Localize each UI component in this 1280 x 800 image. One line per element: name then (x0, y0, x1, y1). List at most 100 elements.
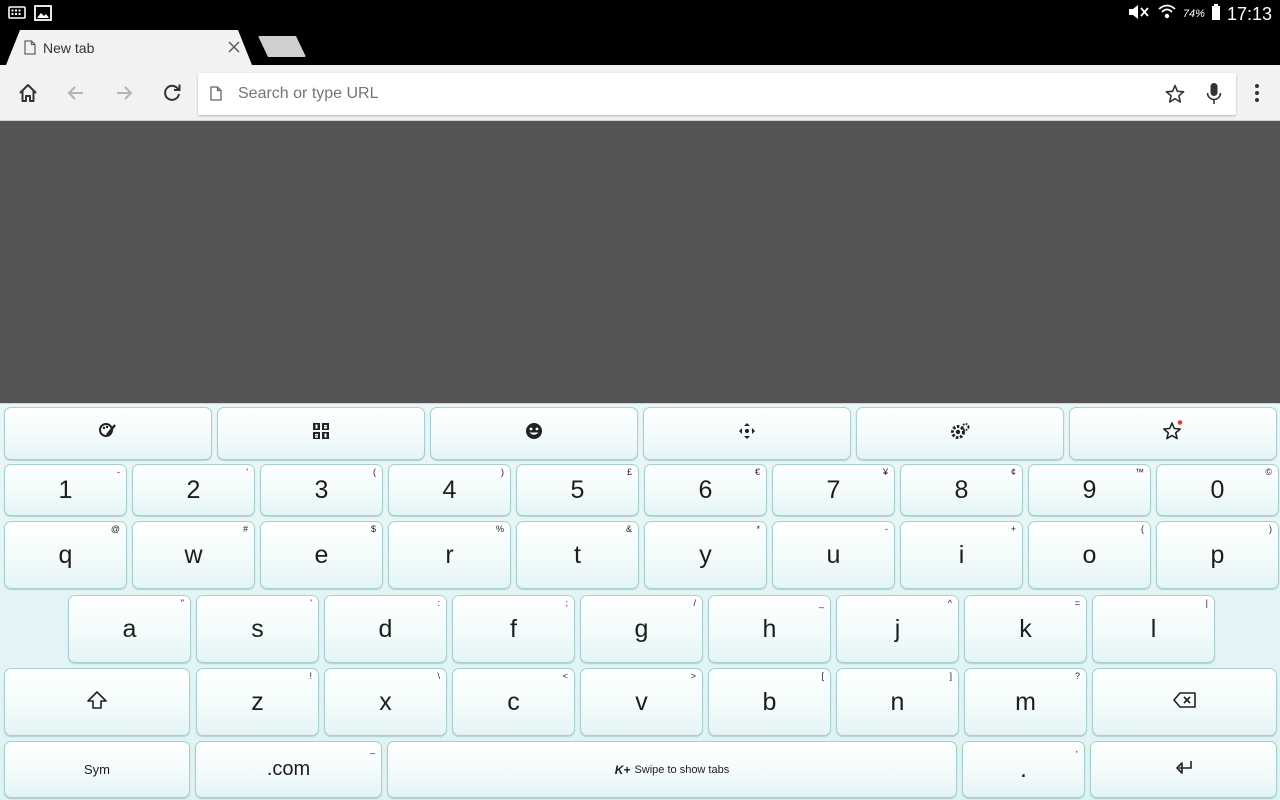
key-r[interactable]: r% (388, 521, 511, 589)
key-alt-label: " (180, 598, 184, 608)
key-label: v (635, 687, 648, 716)
key-alt-label: > (690, 671, 696, 681)
key-w[interactable]: w # (132, 521, 255, 589)
key-alt-label: $ (370, 524, 376, 534)
home-icon[interactable] (14, 79, 42, 107)
key-f[interactable]: f; (452, 595, 575, 663)
key-alt-label: ^ (947, 598, 952, 608)
key-alt-label: < (562, 671, 568, 681)
new-tab-button[interactable] (258, 36, 306, 57)
period-key[interactable]: . , (962, 741, 1085, 798)
enter-key[interactable] (1090, 741, 1277, 798)
key-q[interactable]: q @ (4, 521, 127, 589)
key-x[interactable]: x \ (324, 668, 447, 736)
key-e[interactable]: e $ (260, 521, 383, 589)
back-icon[interactable] (62, 79, 90, 107)
forward-icon[interactable] (110, 79, 138, 107)
search-input[interactable] (238, 73, 1158, 115)
key-3[interactable]: 3( (260, 464, 383, 516)
key-j[interactable]: j ^ (836, 595, 959, 663)
mute-icon (1127, 3, 1151, 26)
key-alt-label: € (754, 467, 760, 477)
key-alt-label: + (1010, 524, 1016, 534)
dotcom-key[interactable]: .com _ (195, 741, 382, 798)
battery-percent: 74% (1182, 8, 1205, 20)
key-u[interactable]: u- (772, 521, 895, 589)
key-v[interactable]: v > (580, 668, 703, 736)
key-c[interactable]: c < (452, 668, 575, 736)
key-label: k (1019, 614, 1032, 643)
key-alt-label: ! (309, 671, 312, 681)
key-1[interactable]: 1- (4, 464, 127, 516)
number-pad-key[interactable] (217, 407, 425, 460)
key-p[interactable]: p) (1156, 521, 1279, 589)
key-i[interactable]: i + (900, 521, 1023, 589)
key-b[interactable]: b[ (708, 668, 831, 736)
key-g[interactable]: g / (580, 595, 703, 663)
key-7[interactable]: 7 ¥ (772, 464, 895, 516)
key-6[interactable]: 6 € (644, 464, 767, 516)
key-alt-label: © (1265, 467, 1272, 477)
key-y[interactable]: y * (644, 521, 767, 589)
key-label: n (890, 687, 905, 716)
key-alt-label: @ (110, 524, 120, 534)
key-label: 2 (186, 475, 201, 504)
tab-new-tab[interactable]: New tab (6, 30, 252, 65)
key-h[interactable]: h _ (708, 595, 831, 663)
key-label: h (762, 614, 777, 643)
theme-key[interactable] (4, 407, 212, 460)
key-alt-label: - (885, 524, 888, 534)
key-alt-label: \ (437, 671, 440, 681)
emoji-key[interactable] (430, 407, 638, 460)
bookmark-star-icon[interactable] (1164, 83, 1186, 110)
sym-key[interactable]: Sym (4, 741, 190, 798)
enter-icon (1173, 758, 1195, 781)
key-label: 1 (58, 475, 73, 504)
key-alt-label: ) (501, 467, 504, 477)
settings-key[interactable] (856, 407, 1064, 460)
microphone-icon[interactable] (1206, 82, 1222, 111)
key-alt-label: & (625, 524, 632, 534)
close-icon[interactable] (226, 39, 242, 55)
key-label: 3 (314, 475, 329, 504)
backspace-key[interactable] (1092, 668, 1277, 736)
space-key[interactable]: K+ Swipe to show tabs (387, 741, 957, 798)
key-8[interactable]: 8 ¢ (900, 464, 1023, 516)
key-label: 0 (1210, 475, 1225, 504)
key-4[interactable]: 4) (388, 464, 511, 516)
key-s[interactable]: s ' (196, 595, 319, 663)
key-label: 7 (826, 475, 841, 504)
key-t[interactable]: t & (516, 521, 639, 589)
battery-icon (1211, 3, 1221, 26)
dotcom-key-label: .com (266, 758, 311, 780)
key-d[interactable]: d: (324, 595, 447, 663)
key-alt-label: ' (246, 467, 248, 477)
move-keyboard-key[interactable] (643, 407, 851, 460)
key-a[interactable]: a " (68, 595, 191, 663)
omnibox[interactable] (198, 73, 1236, 115)
period-key-sub: , (1075, 744, 1078, 754)
key-label: p (1210, 540, 1225, 569)
overflow-menu-icon[interactable] (1248, 79, 1266, 107)
key-alt-label: _ (818, 598, 824, 608)
key-o[interactable]: o( (1028, 521, 1151, 589)
wifi-icon (1157, 3, 1177, 26)
key-label: y (699, 540, 712, 569)
key-l[interactable]: l | (1092, 595, 1215, 663)
favorites-key[interactable] (1069, 407, 1277, 460)
key-m[interactable]: m? (964, 668, 1087, 736)
reload-icon[interactable] (158, 79, 186, 107)
key-2[interactable]: 2 ' (132, 464, 255, 516)
key-label: s (251, 614, 264, 643)
key-label: d (378, 614, 393, 643)
key-k[interactable]: k = (964, 595, 1087, 663)
key-label: w (184, 540, 203, 569)
key-9[interactable]: 9 ™ (1028, 464, 1151, 516)
key-alt-label: # (242, 524, 248, 534)
key-0[interactable]: 0 © (1156, 464, 1279, 516)
shift-key[interactable] (4, 668, 190, 736)
key-z[interactable]: z! (196, 668, 319, 736)
key-n[interactable]: n] (836, 668, 959, 736)
key-5[interactable]: 5 £ (516, 464, 639, 516)
key-label: x (379, 687, 392, 716)
